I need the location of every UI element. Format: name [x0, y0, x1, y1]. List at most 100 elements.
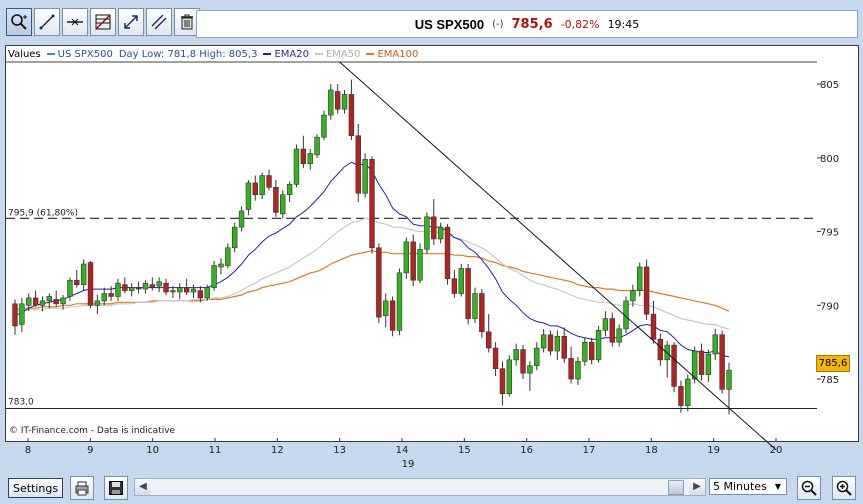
chevron-down-icon: ▼ [774, 482, 782, 491]
y-tick-label: 800 [820, 154, 839, 165]
print-button[interactable] [70, 476, 94, 500]
candle-body [197, 290, 204, 299]
printer-icon [75, 481, 89, 496]
candle-body [513, 349, 519, 361]
candle-body [712, 334, 718, 355]
candle-body [582, 341, 588, 362]
candle-body [26, 297, 32, 306]
candle-body [94, 300, 101, 306]
y-tick-label: 785 [820, 375, 839, 386]
interval-select[interactable]: 5 Minutes ▼ [709, 478, 787, 495]
candle-body [142, 282, 149, 290]
candle-body [588, 341, 595, 361]
legend-day-range: Day Low: 781,8 High: 805,3 [118, 49, 258, 60]
candle-body [609, 318, 615, 343]
x-tick-label: 15 [458, 445, 471, 456]
candle-body [300, 148, 307, 165]
candle-body [108, 293, 114, 297]
candle-body [80, 263, 87, 285]
zoom-out-button[interactable] [797, 476, 821, 500]
candle-body [602, 318, 609, 331]
x-tick-label: 10 [146, 445, 159, 456]
candle-body [403, 241, 410, 274]
candle-body [376, 247, 382, 318]
y-tick-label: 790 [820, 301, 839, 312]
candle-body [479, 293, 485, 333]
chart-scrollbar[interactable]: ◀ ▶ [134, 478, 706, 496]
candle-body [314, 136, 320, 156]
price-chart: 795,9 (61,80%) 783,0 785 790 795 800 805 8 9 10 11… [6, 61, 839, 470]
scroll-thumb[interactable] [668, 480, 684, 495]
candle-body [417, 248, 423, 281]
candle-body [691, 350, 698, 380]
candle-body [554, 335, 561, 352]
candle-body [177, 287, 183, 293]
candle-body [389, 300, 396, 331]
legend-ema50: EMA50 [314, 49, 360, 60]
x-tick-label: 8 [25, 445, 31, 456]
candle-body [451, 278, 458, 294]
candle-body [183, 287, 190, 293]
candle-body [458, 268, 464, 294]
candle-body [431, 216, 437, 240]
candle-body [396, 272, 403, 331]
candle-body [122, 284, 128, 291]
settings-button[interactable]: Settings [8, 478, 64, 498]
candle-body [67, 279, 73, 297]
interval-value: 5 Minutes [713, 480, 767, 493]
fib-level-label: 795,9 (61,80%) [8, 208, 78, 218]
x-tick-label: 20 [770, 445, 783, 456]
candle-body [540, 334, 547, 349]
candle-body [520, 349, 526, 374]
candle-body [527, 365, 533, 374]
candle-body [163, 282, 169, 293]
candle-body [328, 89, 334, 116]
support-level-label: 783,0 [8, 398, 34, 408]
candle-body [547, 334, 554, 352]
candle-body [149, 284, 156, 288]
candle-body [19, 303, 25, 325]
candle-body [321, 114, 327, 138]
candle-body [444, 226, 451, 280]
save-button[interactable] [104, 476, 128, 500]
candle-body [506, 359, 513, 395]
scroll-left-arrow-icon[interactable]: ◀ [135, 479, 151, 495]
candle-body [238, 210, 245, 228]
candle-body [637, 266, 643, 291]
zoom-in-button[interactable] [832, 476, 856, 500]
candle-body [561, 335, 567, 359]
candle-body [286, 184, 293, 196]
candle-body [678, 386, 684, 406]
candle-body [74, 279, 80, 285]
x-tick-label: 11 [209, 445, 222, 456]
candle-body [190, 288, 197, 293]
candle-body [534, 347, 540, 367]
candle-body [465, 268, 471, 319]
candle-body [643, 266, 650, 315]
candle-body [362, 159, 368, 194]
x-tick-label: 14 [396, 445, 409, 456]
candle-body [472, 293, 478, 319]
floppy-disk-icon [109, 481, 123, 495]
scroll-right-arrow-icon[interactable]: ▶ [689, 479, 705, 495]
candle-body [705, 353, 712, 375]
x-tick-label: 13 [333, 445, 346, 456]
candle-body [53, 299, 59, 305]
candle-body [437, 226, 444, 240]
candle-body [341, 94, 348, 110]
candle-body [170, 290, 176, 293]
candle-body [32, 297, 39, 306]
copyright-note: © IT-Finance.com - Data is indicative [9, 426, 176, 436]
candle-body [348, 94, 355, 137]
candle-body [218, 263, 224, 268]
legend-ema100: EMA100 [366, 49, 418, 60]
candle-body [266, 175, 272, 188]
candle-body [87, 262, 94, 306]
legend-ema20: EMA20 [263, 49, 309, 60]
candle-body [135, 287, 142, 290]
candle-body [671, 344, 677, 387]
candle-body [492, 347, 499, 369]
candle-body [129, 287, 135, 291]
candle-body [499, 368, 506, 395]
candle-body [46, 296, 53, 302]
